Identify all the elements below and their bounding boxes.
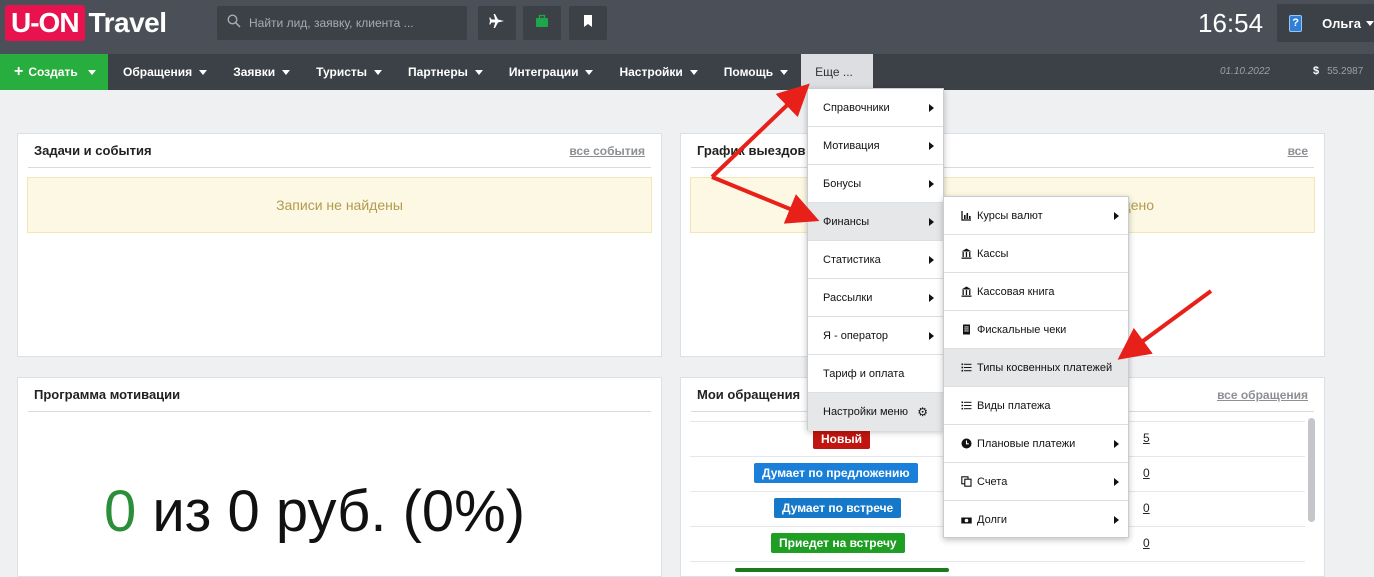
annotation-arrow [711,175,820,224]
annotation-arrow [1117,289,1213,360]
annotation-arrows [710,83,1213,360]
annotation-arrow [710,83,810,179]
